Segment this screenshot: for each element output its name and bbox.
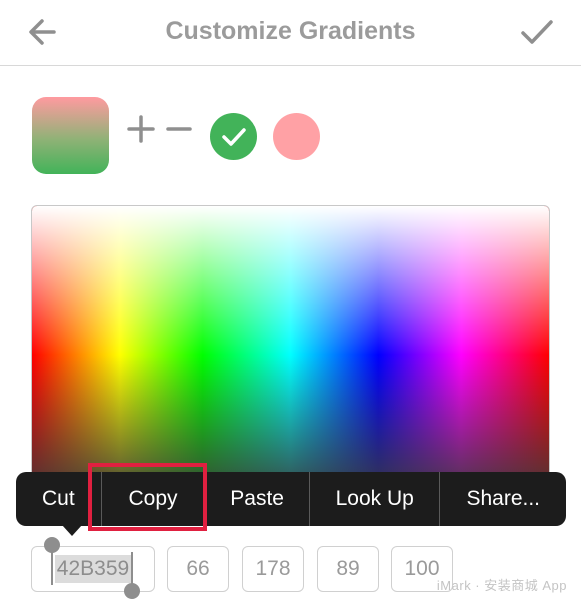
menu-pointer-arrow xyxy=(62,525,82,536)
checkmark-icon xyxy=(222,128,246,146)
page-title: Customize Gradients xyxy=(165,17,416,45)
menu-item-share[interactable]: Share... xyxy=(440,472,566,526)
plus-icon[interactable] xyxy=(126,114,156,144)
gradient-preview xyxy=(32,97,109,174)
checkmark-icon[interactable] xyxy=(517,14,557,50)
darkness-layer xyxy=(32,206,549,504)
menu-item-look-up[interactable]: Look Up xyxy=(310,472,440,526)
blue-field[interactable]: 89 xyxy=(317,546,379,592)
color-spectrum-picker[interactable] xyxy=(31,205,550,505)
color-stop-green[interactable] xyxy=(210,113,257,160)
color-stop-pink[interactable] xyxy=(273,113,320,160)
selection-end-handle[interactable] xyxy=(124,583,140,599)
minus-icon[interactable] xyxy=(166,114,192,144)
red-field[interactable]: 66 xyxy=(167,546,229,592)
selection-start-bar xyxy=(51,549,53,585)
green-field[interactable]: 178 xyxy=(242,546,304,592)
hex-value-selected: 42B359 xyxy=(54,555,132,583)
navigation-bar: Customize Gradients xyxy=(0,0,581,66)
menu-item-paste[interactable]: Paste xyxy=(205,472,309,526)
watermark: iMark · 安装商城 App xyxy=(436,578,567,593)
copy-highlight-box xyxy=(88,463,207,531)
